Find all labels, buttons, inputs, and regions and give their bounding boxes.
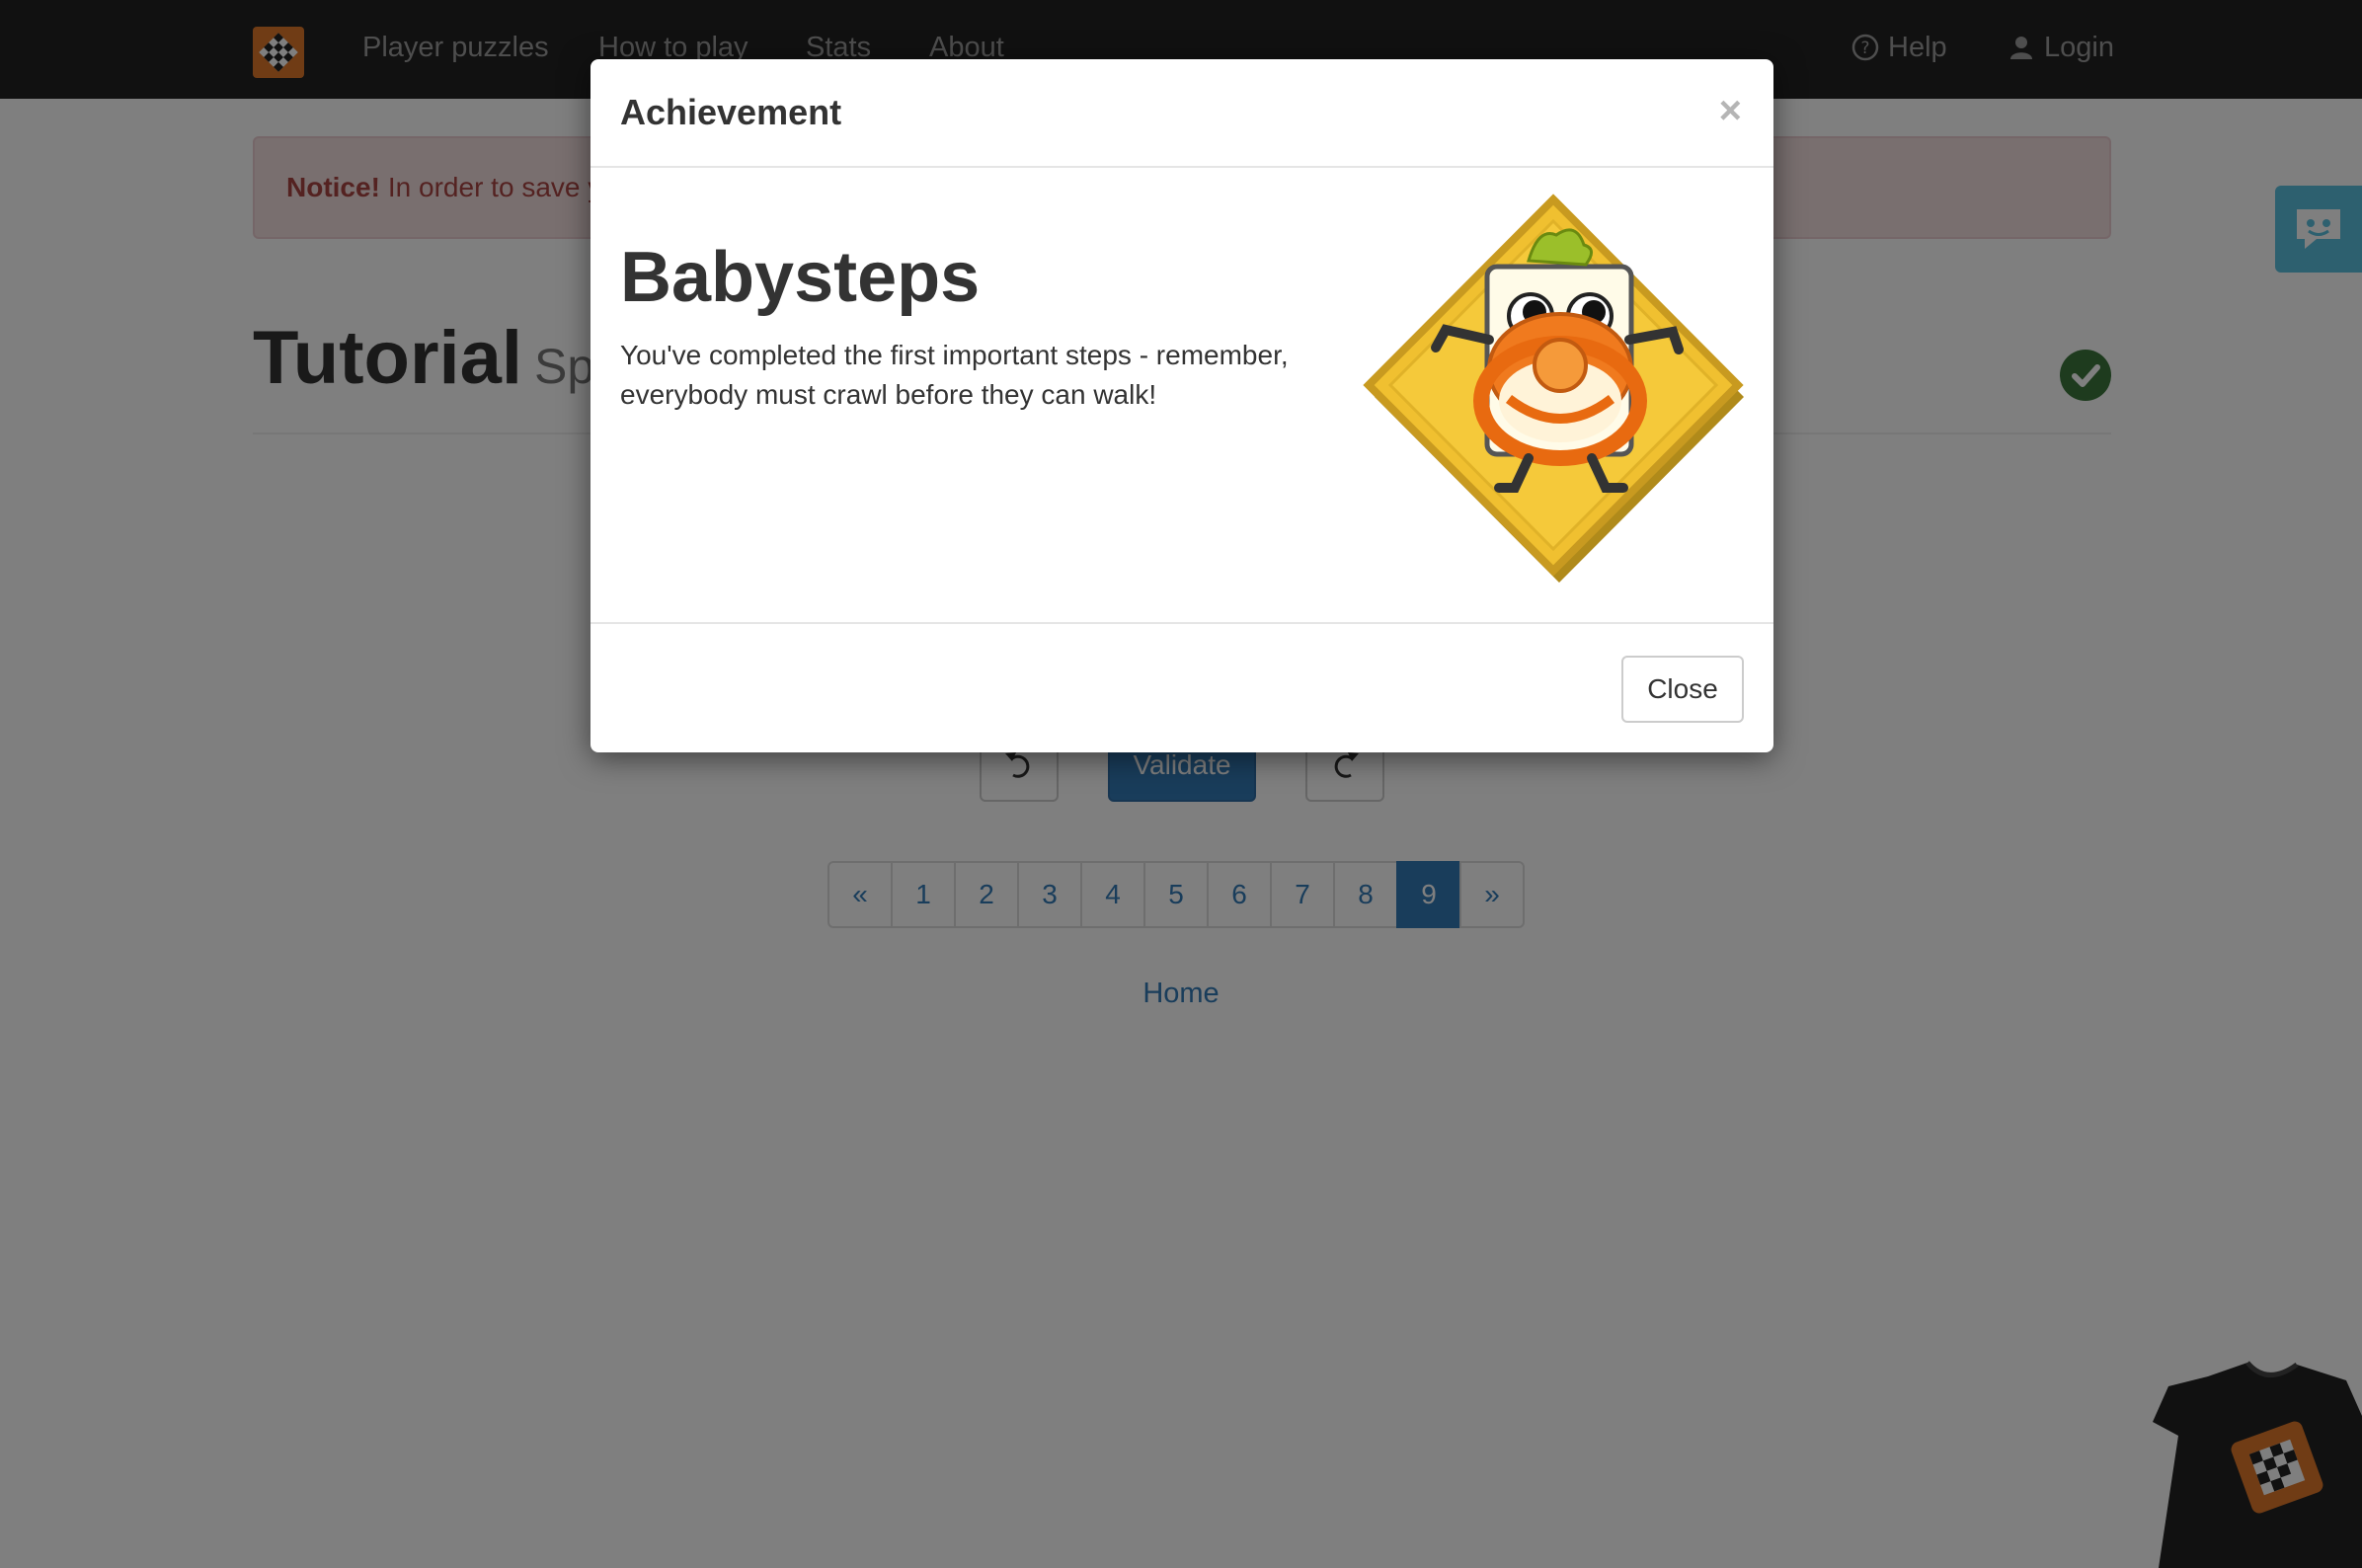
modal-footer: Close	[590, 622, 1773, 752]
modal-body: Babysteps You've completed the first imp…	[590, 168, 1773, 622]
achievement-name: Babysteps	[620, 238, 981, 317]
achievement-description: You've completed the first important ste…	[620, 340, 1289, 410]
achievement-modal: Achievement × Babysteps You've completed…	[590, 59, 1773, 752]
close-button[interactable]: Close	[1621, 656, 1744, 723]
modal-header: Achievement ×	[590, 59, 1773, 168]
modal-title: Achievement	[620, 92, 842, 132]
baby-badge-icon	[1363, 194, 1744, 583]
page: Player puzzles How to play Stats About ?…	[0, 0, 2362, 1568]
modal-close-icon[interactable]: ×	[1719, 89, 1742, 132]
